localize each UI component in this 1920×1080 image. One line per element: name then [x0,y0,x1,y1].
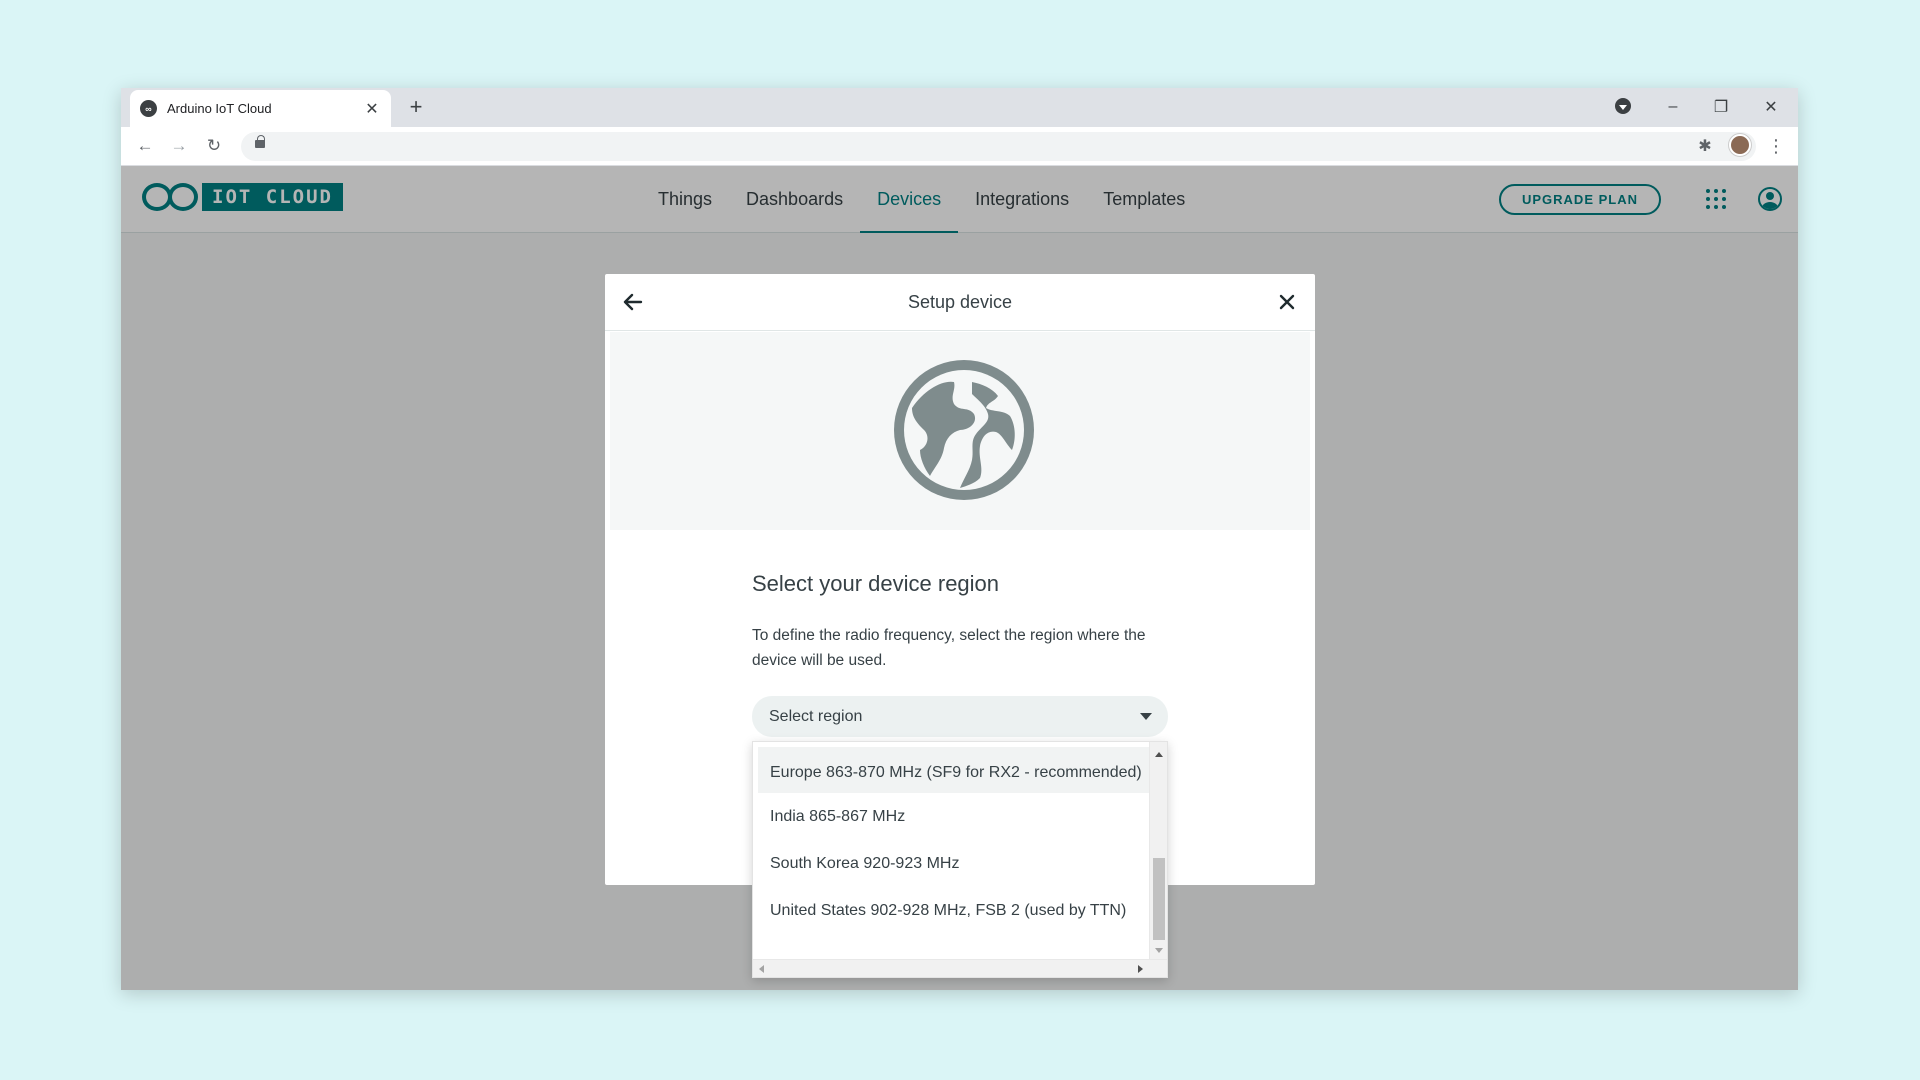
extensions-icon[interactable]: ✱ [1694,135,1716,157]
scroll-down-icon[interactable] [1155,948,1163,953]
browser-menu-icon[interactable]: ⋮ [1765,135,1787,157]
restore-button[interactable]: ❐ [1701,94,1741,120]
chevron-down-icon [1140,713,1152,720]
scroll-right-icon[interactable] [1138,965,1143,973]
reload-icon[interactable]: ↻ [203,135,225,157]
region-select[interactable]: Select region [752,696,1168,737]
region-heading: Select your device region [752,571,1000,596]
region-option-europe[interactable]: Europe 863-870 MHz (SF9 for RX2 - recomm… [758,747,1150,793]
lock-icon [255,135,265,148]
region-option-united-states[interactable]: United States 902-928 MHz, FSB 2 (used b… [753,887,1150,934]
back-icon[interactable]: ← [134,135,156,157]
minimize-button[interactable]: – [1653,94,1693,120]
dialog-header: Setup device [605,274,1315,331]
address-bar[interactable]: ☆ [241,132,1756,161]
browser-profile-avatar[interactable] [1729,134,1751,156]
scroll-left-icon[interactable] [759,965,764,973]
region-options: Europe 863-870 MHz (SF9 for RX2 - recomm… [753,742,1150,961]
scroll-up-icon[interactable] [1155,752,1163,757]
region-dropdown-list[interactable]: Europe 863-870 MHz (SF9 for RX2 - recomm… [752,741,1168,978]
forward-icon[interactable]: → [168,135,190,157]
horizontal-scrollbar[interactable] [753,959,1167,977]
arduino-favicon-icon: ∞ [140,100,157,117]
region-select-value: Select region [769,708,863,725]
tab-close-icon[interactable]: ✕ [363,99,381,119]
region-description: To define the radio frequency, select th… [752,627,1146,669]
close-icon[interactable] [1273,288,1301,316]
scrollbar-thumb[interactable] [1153,858,1165,940]
new-tab-button[interactable]: + [404,95,428,119]
vertical-scrollbar[interactable] [1149,742,1167,961]
globe-icon [894,360,1034,500]
region-option-south-korea[interactable]: South Korea 920-923 MHz [753,840,1150,887]
browser-toolbar: ← → ↻ ☆ ✱ ⋮ [121,127,1798,166]
region-option-india[interactable]: India 865-867 MHz [753,793,1150,840]
browser-tab[interactable]: ∞ Arduino IoT Cloud ✕ [130,90,391,127]
dialog-title: Setup device [907,292,1013,312]
window-close-button[interactable]: ✕ [1751,94,1791,120]
hero-illustration [610,332,1310,530]
tab-title: Arduino IoT Cloud [167,101,272,116]
tab-search-icon[interactable] [1615,98,1631,114]
tab-strip: ∞ Arduino IoT Cloud ✕ + – ❐ ✕ [121,88,1798,127]
